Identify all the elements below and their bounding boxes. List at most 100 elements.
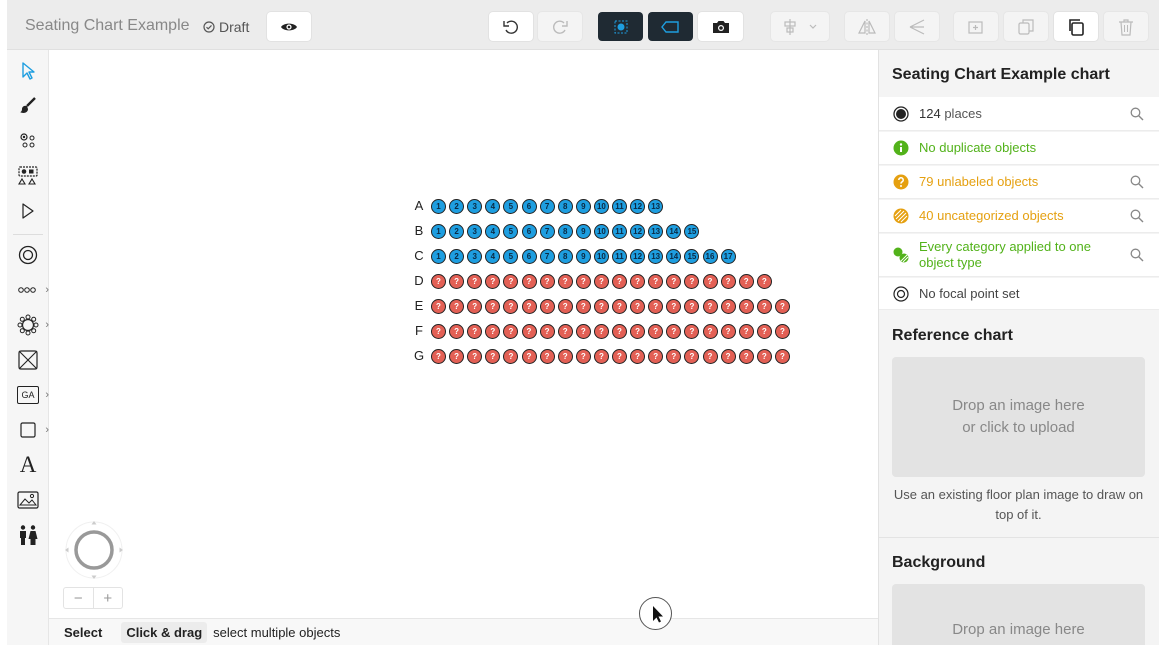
seat[interactable]: 7 xyxy=(539,199,555,214)
seat[interactable]: ? xyxy=(449,324,465,339)
reference-dropzone[interactable]: Drop an image here or click to upload xyxy=(892,357,1145,477)
row-label-A[interactable]: A xyxy=(413,198,425,213)
seat[interactable]: ? xyxy=(575,349,591,364)
seat[interactable]: ? xyxy=(575,274,591,289)
seat[interactable]: 5 xyxy=(503,199,519,214)
seat[interactable]: ? xyxy=(467,299,483,314)
seat[interactable]: ? xyxy=(485,299,501,314)
seat[interactable]: ? xyxy=(702,349,718,364)
icon-tool[interactable] xyxy=(7,520,49,550)
seat[interactable]: ? xyxy=(467,274,483,289)
seat[interactable]: 8 xyxy=(557,249,573,264)
seat[interactable]: ? xyxy=(702,299,718,314)
seat[interactable]: ? xyxy=(774,349,790,364)
seat[interactable]: ? xyxy=(612,324,627,339)
uncategorized-check[interactable]: 40 uncategorized objects xyxy=(879,200,1159,233)
seat[interactable]: 13 xyxy=(648,224,664,239)
seat[interactable]: 3 xyxy=(467,249,483,264)
seat[interactable]: ? xyxy=(431,324,446,339)
shape-tool[interactable]: › xyxy=(7,415,49,445)
seat[interactable]: ? xyxy=(539,274,555,289)
seat[interactable]: ? xyxy=(774,299,790,314)
seat[interactable]: 15 xyxy=(684,249,700,264)
seat[interactable]: 1 xyxy=(431,249,446,264)
seat[interactable]: ? xyxy=(684,299,700,314)
seat[interactable]: ? xyxy=(485,349,501,364)
seat[interactable]: ? xyxy=(521,299,537,314)
seat[interactable]: 5 xyxy=(503,249,519,264)
seat[interactable]: ? xyxy=(630,274,646,289)
seat[interactable]: ? xyxy=(612,274,627,289)
seat[interactable]: 6 xyxy=(521,199,537,214)
seat[interactable]: 12 xyxy=(630,249,646,264)
seat[interactable]: 7 xyxy=(539,224,555,239)
row-tool[interactable]: › xyxy=(7,275,49,305)
seat[interactable]: ? xyxy=(684,274,700,289)
seat[interactable]: 6 xyxy=(521,224,537,239)
seat[interactable]: ? xyxy=(593,324,609,339)
seat[interactable]: 10 xyxy=(593,199,609,214)
seat[interactable]: ? xyxy=(503,324,519,339)
seat[interactable]: 4 xyxy=(485,199,501,214)
seat[interactable]: ? xyxy=(684,324,700,339)
row-label-D[interactable]: D xyxy=(413,273,425,288)
align-dropdown[interactable] xyxy=(771,12,829,41)
seat[interactable]: ? xyxy=(593,349,609,364)
seat[interactable]: ? xyxy=(612,299,627,314)
seat[interactable]: 7 xyxy=(539,249,555,264)
seat[interactable]: 1 xyxy=(431,199,446,214)
seat[interactable]: 9 xyxy=(575,199,591,214)
seat[interactable]: ? xyxy=(756,349,772,364)
zoom-in-button[interactable]: + xyxy=(94,588,123,608)
text-tool[interactable]: A xyxy=(7,450,49,480)
search-icon[interactable] xyxy=(1130,248,1144,262)
seat[interactable]: ? xyxy=(666,274,682,289)
seat-select-tool[interactable] xyxy=(7,126,49,156)
seat[interactable]: ? xyxy=(720,274,736,289)
seat[interactable]: ? xyxy=(449,349,465,364)
seat[interactable]: ? xyxy=(485,324,501,339)
seat[interactable]: ? xyxy=(666,299,682,314)
seat[interactable]: ? xyxy=(449,274,465,289)
seat[interactable]: 3 xyxy=(467,224,483,239)
categories-check[interactable]: Every category applied to one object typ… xyxy=(879,234,1159,277)
seat[interactable]: ? xyxy=(630,299,646,314)
seat[interactable]: 15 xyxy=(684,224,700,239)
labels-toggle[interactable] xyxy=(648,12,693,41)
seat[interactable]: ? xyxy=(557,324,573,339)
seat[interactable]: ? xyxy=(503,299,519,314)
seat[interactable]: ? xyxy=(648,299,664,314)
seat[interactable]: ? xyxy=(575,299,591,314)
seat[interactable]: ? xyxy=(521,349,537,364)
select-tool[interactable] xyxy=(7,56,49,86)
seat[interactable]: ? xyxy=(738,324,754,339)
seat[interactable]: ? xyxy=(720,349,736,364)
seat[interactable]: 8 xyxy=(557,199,573,214)
seat[interactable]: ? xyxy=(648,349,664,364)
seat[interactable]: 4 xyxy=(485,249,501,264)
seat[interactable]: ? xyxy=(630,324,646,339)
zoom-out-button[interactable]: − xyxy=(64,588,94,608)
seat[interactable]: ? xyxy=(720,324,736,339)
search-icon[interactable] xyxy=(1130,209,1144,223)
seat[interactable]: 4 xyxy=(485,224,501,239)
row-label-C[interactable]: C xyxy=(413,248,425,263)
row-label-E[interactable]: E xyxy=(413,298,425,313)
seat[interactable]: ? xyxy=(630,349,646,364)
booth-tool[interactable] xyxy=(7,345,49,375)
seat[interactable]: ? xyxy=(593,274,609,289)
seat[interactable]: 12 xyxy=(630,224,646,239)
seat[interactable]: 3 xyxy=(467,199,483,214)
seat[interactable]: ? xyxy=(756,274,772,289)
places-check[interactable]: 124 places xyxy=(879,97,1159,131)
seat[interactable]: ? xyxy=(738,299,754,314)
seat[interactable]: 2 xyxy=(449,249,465,264)
seat[interactable]: 9 xyxy=(575,249,591,264)
seat[interactable]: ? xyxy=(666,349,682,364)
seat[interactable]: ? xyxy=(431,299,446,314)
seat[interactable]: 13 xyxy=(648,249,664,264)
seat[interactable]: 5 xyxy=(503,224,519,239)
seat[interactable]: 2 xyxy=(449,199,465,214)
seat[interactable]: ? xyxy=(539,349,555,364)
redo-button[interactable] xyxy=(538,12,582,41)
